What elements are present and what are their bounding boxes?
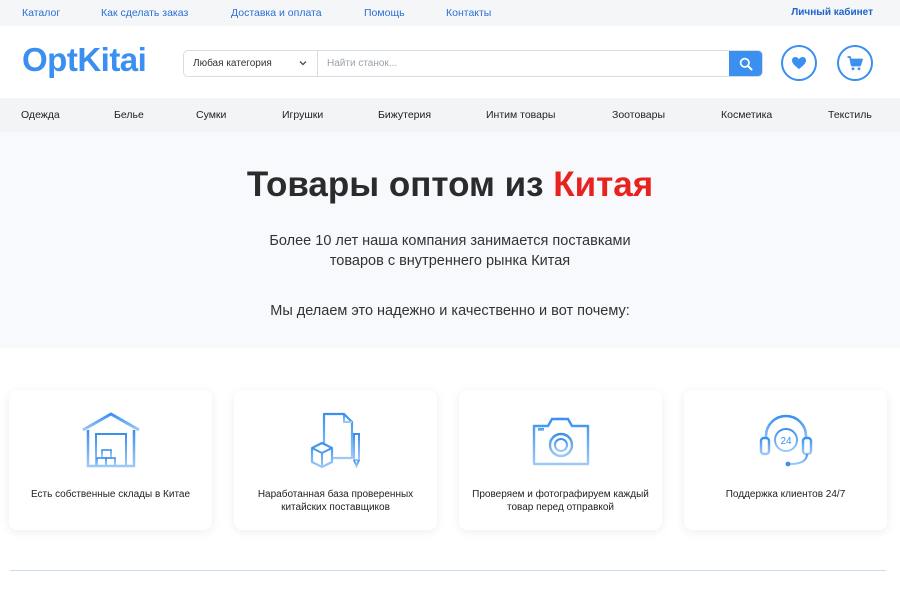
feature-label: Наработанная база проверенных китайских …: [257, 489, 414, 513]
top-bar: Каталог Как сделать заказ Доставка и опл…: [0, 0, 900, 26]
feature-label: Поддержка клиентов 24/7: [725, 489, 846, 500]
category-select-value: Любая категория: [193, 58, 272, 69]
hero-why-text: Мы делаем это надежно и качественно и во…: [270, 303, 630, 319]
category-cosmetics[interactable]: Косметика: [721, 109, 772, 121]
chevron-down-icon: [299, 61, 307, 66]
documents-box-icon: [310, 412, 360, 469]
logo[interactable]: OptKitai: [22, 41, 147, 79]
category-jewelry[interactable]: Бижутерия: [378, 109, 431, 121]
category-textile[interactable]: Текстиль: [828, 109, 872, 121]
category-underwear[interactable]: Белье: [114, 109, 144, 121]
feature-label: Есть собственные склады в Китае: [30, 489, 191, 500]
feature-label: Проверяем и фотографируем каждый товар п…: [472, 489, 649, 513]
category-toys[interactable]: Игрушки: [282, 109, 323, 121]
category-clothing[interactable]: Одежда: [21, 109, 60, 121]
feature-card-inspection: Проверяем и фотографируем каждый товар п…: [459, 390, 662, 530]
category-select[interactable]: Любая категория: [184, 51, 318, 76]
hero-subtitle-line2: товаров с внутреннего рынка Китая: [329, 253, 571, 269]
header: OptKitai Любая категория: [0, 26, 900, 98]
search-input[interactable]: [319, 51, 729, 76]
top-link-account[interactable]: Личный кабинет: [791, 7, 873, 18]
feature-card-suppliers: Наработанная база проверенных китайских …: [234, 390, 437, 530]
headset-24-icon: 24: [759, 414, 812, 467]
category-nav: Одежда Белье Сумки Игрушки Бижутерия Инт…: [0, 98, 900, 132]
warehouse-icon: [81, 412, 140, 468]
top-link-contacts[interactable]: Контакты: [446, 7, 491, 19]
category-bags[interactable]: Сумки: [196, 109, 226, 121]
top-link-help[interactable]: Помощь: [364, 7, 405, 19]
hero-section: Товары оптом из Китая Более 10 лет наша …: [0, 132, 900, 348]
hero-title: Товары оптом из Китая: [0, 165, 900, 205]
feature-card-warehouses: Есть собственные склады в Китае: [9, 390, 212, 530]
heart-icon: [792, 57, 806, 69]
search-button[interactable]: [729, 51, 762, 76]
search-bar: Любая категория: [183, 50, 763, 77]
feature-card-support: 24 Поддержка клиентов 24/7: [684, 390, 887, 530]
top-link-how-to-order[interactable]: Как сделать заказ: [101, 7, 188, 19]
favorites-button[interactable]: [781, 45, 817, 81]
hero-subtitle: Более 10 лет наша компания занимается по…: [0, 231, 900, 271]
top-link-delivery[interactable]: Доставка и оплата: [231, 7, 322, 19]
features-section: Есть собственные склады в Китае Наработа…: [0, 348, 900, 600]
hero-title-main: Товары оптом из: [246, 165, 554, 204]
category-intimate[interactable]: Интим товары: [486, 109, 555, 121]
hero-subtitle-line1: Более 10 лет наша компания занимается по…: [269, 233, 631, 249]
section-divider: [10, 570, 886, 571]
search-icon: [739, 57, 752, 70]
top-link-catalog[interactable]: Каталог: [22, 7, 60, 19]
svg-text:24: 24: [780, 436, 792, 447]
hero-title-accent: Китая: [553, 165, 654, 204]
cart-button[interactable]: [837, 45, 873, 81]
cart-icon: [847, 55, 863, 70]
category-pet-goods[interactable]: Зоотовары: [612, 109, 665, 121]
camera-icon: [532, 417, 589, 466]
